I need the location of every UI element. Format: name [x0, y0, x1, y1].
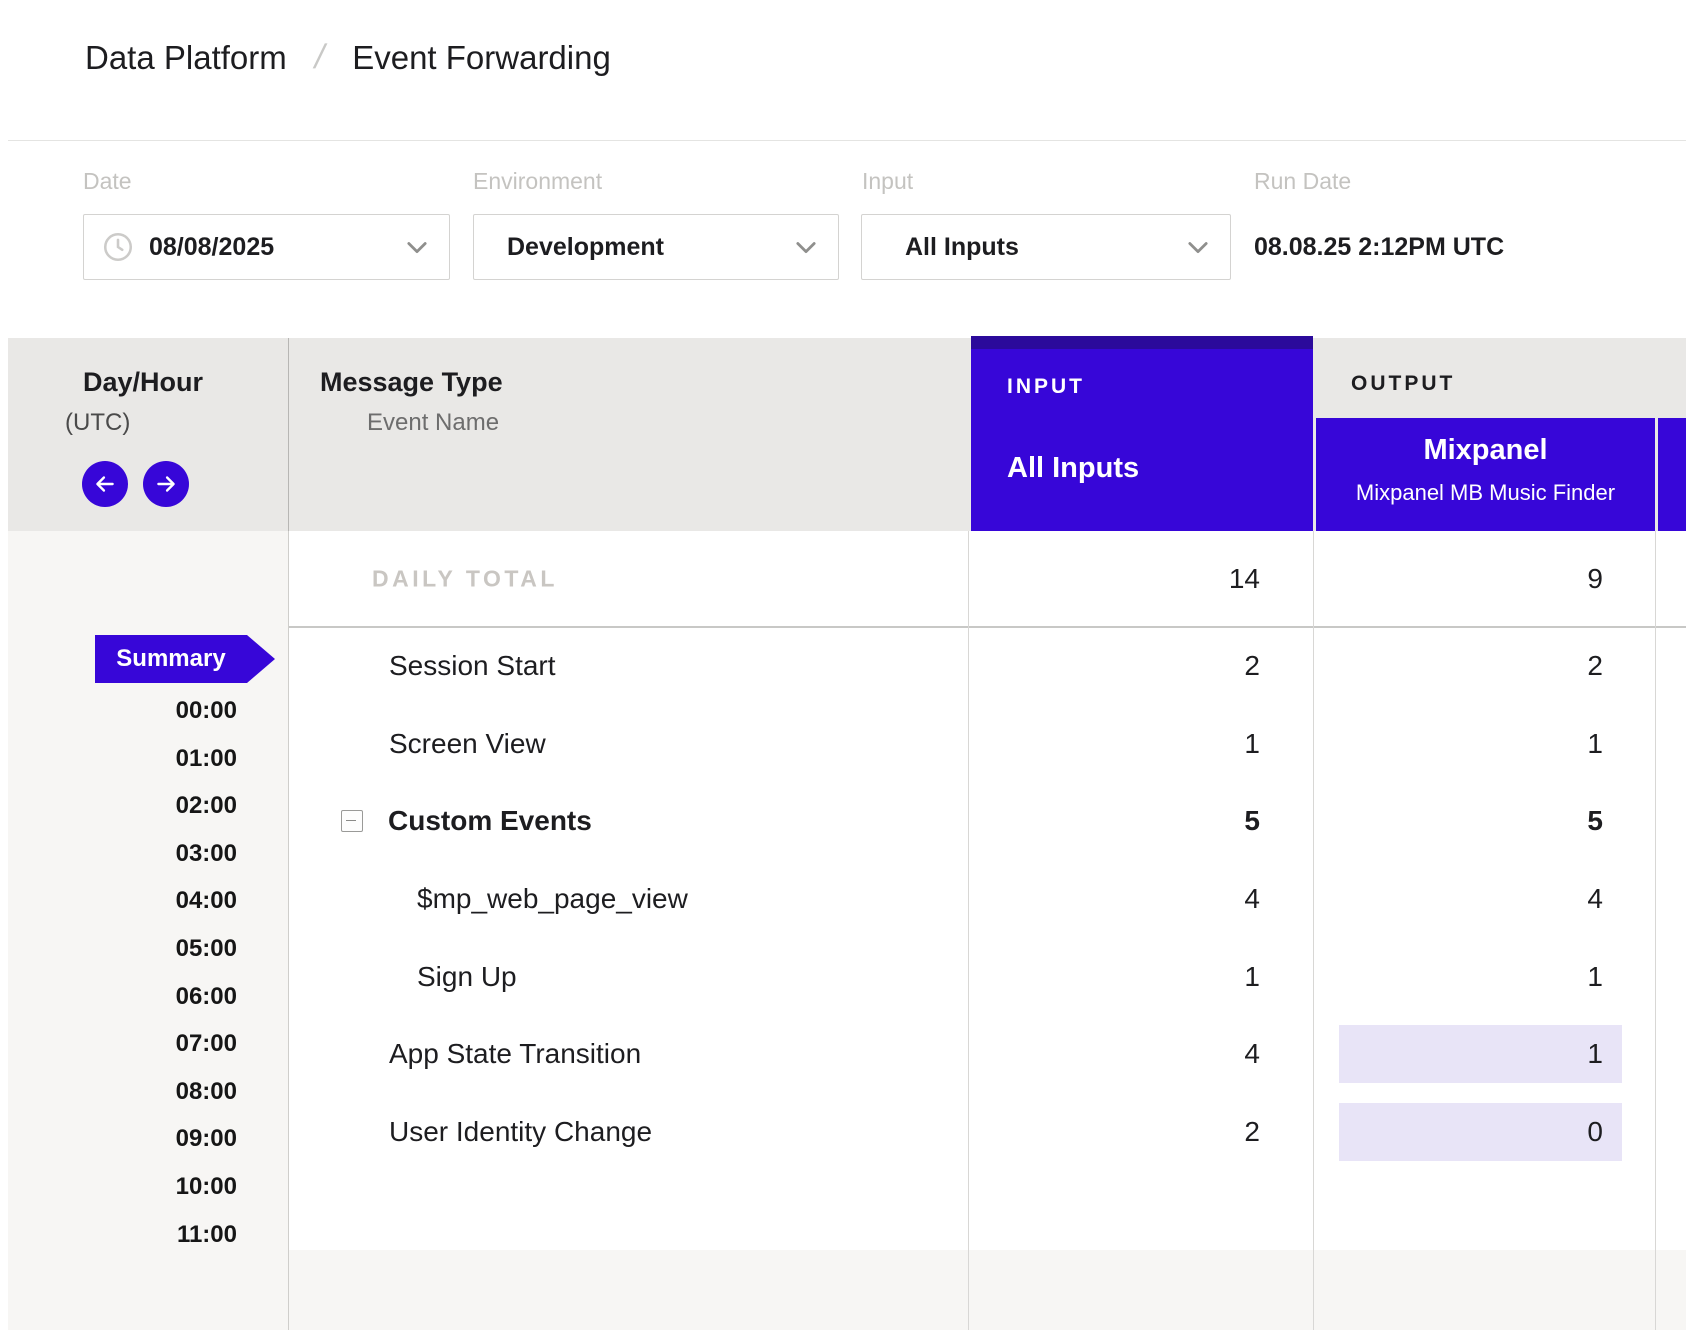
row-input-value: 1 — [971, 938, 1260, 1016]
row-label: User Identity Change — [389, 1116, 652, 1148]
chevron-down-icon — [403, 233, 431, 261]
hour-item-01[interactable]: 01:00 — [77, 743, 237, 775]
input-value: All Inputs — [905, 233, 1019, 262]
row-input-value: 5 — [971, 782, 1260, 860]
run-date-value: 08.08.25 2:12PM UTC — [1254, 233, 1504, 262]
run-date-label: Run Date — [1254, 168, 1351, 195]
row-output-value[interactable]: 1 — [1316, 1015, 1603, 1093]
hour-item-11[interactable]: 11:00 — [77, 1219, 237, 1251]
day-hour-title: Day/Hour — [83, 367, 203, 398]
page-title: Event Forwarding — [352, 39, 611, 77]
row-label: $mp_web_page_view — [417, 883, 688, 915]
row-output-value: 4 — [1316, 860, 1603, 938]
next-column-line — [1655, 531, 1656, 1330]
breadcrumb: Data Platform / Event Forwarding — [85, 38, 611, 77]
input-column-header[interactable]: INPUT All Inputs — [971, 336, 1313, 531]
chevron-down-icon — [1184, 233, 1212, 261]
hour-item-06[interactable]: 06:00 — [77, 981, 237, 1013]
message-type-title: Message Type — [320, 367, 503, 398]
header-divider — [8, 140, 1686, 141]
breadcrumb-separator: / — [311, 38, 329, 77]
output-column-label: OUTPUT — [1351, 372, 1455, 396]
hour-item-07[interactable]: 07:00 — [77, 1028, 237, 1060]
row-input-value: 4 — [971, 860, 1260, 938]
event-name-subtitle: Event Name — [367, 409, 499, 437]
environment-dropdown[interactable]: Development — [473, 214, 839, 280]
row-label: Custom Events — [388, 805, 592, 837]
table-row-sign-up: Sign Up 1 1 — [289, 938, 1686, 1016]
hour-item-05[interactable]: 05:00 — [77, 933, 237, 965]
header-column-divider — [288, 338, 289, 531]
row-label: Session Start — [389, 650, 556, 682]
arrow-left-icon — [92, 471, 118, 497]
row-output-value: 1 — [1316, 705, 1603, 783]
output-connector-header[interactable]: Mixpanel Mixpanel MB Music Finder — [1316, 418, 1655, 531]
chevron-down-icon — [792, 233, 820, 261]
hour-item-09[interactable]: 09:00 — [77, 1123, 237, 1155]
row-input-value: 4 — [971, 1015, 1260, 1093]
connector-subtitle: Mixpanel MB Music Finder — [1316, 480, 1655, 506]
day-hour-subtitle: (UTC) — [65, 409, 130, 437]
row-input-value: 2 — [971, 627, 1260, 705]
input-column-cap — [971, 336, 1313, 349]
hour-item-10[interactable]: 10:00 — [77, 1171, 237, 1203]
next-hour-button[interactable] — [143, 461, 189, 507]
hour-item-00[interactable]: 00:00 — [77, 695, 237, 727]
row-label: Sign Up — [417, 961, 517, 993]
footer-strip — [8, 1250, 1686, 1330]
table-row-custom-events: Custom Events 5 5 — [289, 782, 1686, 860]
date-value: 08/08/2025 — [149, 233, 274, 262]
environment-filter-label: Environment — [473, 168, 602, 195]
hour-item-02[interactable]: 02:00 — [77, 790, 237, 822]
input-filter-label: Input — [862, 168, 913, 195]
row-output-value: 1 — [1316, 938, 1603, 1016]
summary-badge-arrow — [247, 635, 275, 683]
breadcrumb-section[interactable]: Data Platform — [85, 39, 287, 77]
input-column-line — [968, 531, 969, 1330]
table-row-app-state-transition: App State Transition 4 1 — [289, 1015, 1686, 1093]
input-column-name: All Inputs — [1007, 452, 1139, 485]
rail-divider-line — [288, 531, 289, 1330]
row-input-value: 1 — [971, 705, 1260, 783]
next-connector-header-partial[interactable] — [1658, 418, 1686, 531]
summary-badge-label: Summary — [95, 635, 247, 683]
daily-total-output-value: 9 — [1316, 531, 1603, 627]
row-output-value[interactable]: 0 — [1316, 1093, 1603, 1171]
prev-hour-button[interactable] — [82, 461, 128, 507]
hour-item-08[interactable]: 08:00 — [77, 1076, 237, 1108]
row-label: App State Transition — [389, 1038, 641, 1070]
input-dropdown[interactable]: All Inputs — [861, 214, 1231, 280]
row-label: Screen View — [389, 728, 546, 760]
table-row-screen-view: Screen View 1 1 — [289, 705, 1686, 783]
table-row-user-identity-change: User Identity Change 2 0 — [289, 1093, 1686, 1171]
row-input-value: 2 — [971, 1093, 1260, 1171]
environment-value: Development — [507, 233, 664, 262]
output-column-line — [1313, 531, 1314, 1330]
daily-total-label: DAILY TOTAL — [372, 566, 558, 593]
table-row-mp-web-page-view: $mp_web_page_view 4 4 — [289, 860, 1686, 938]
row-output-value: 2 — [1316, 627, 1603, 705]
connector-name: Mixpanel — [1316, 434, 1655, 467]
row-output-value: 5 — [1316, 782, 1603, 860]
arrow-right-icon — [153, 471, 179, 497]
date-dropdown[interactable]: 08/08/2025 — [83, 214, 450, 280]
daily-total-row: DAILY TOTAL 14 9 — [289, 531, 1686, 627]
input-column-label: INPUT — [1007, 375, 1085, 399]
event-forwarding-page: Data Platform / Event Forwarding Date En… — [0, 0, 1686, 1330]
hour-item-04[interactable]: 04:00 — [77, 885, 237, 917]
hour-rail: Summary 00:00 01:00 02:00 03:00 04:00 05… — [8, 531, 288, 1330]
daily-total-input-value: 14 — [971, 531, 1260, 627]
hour-item-03[interactable]: 03:00 — [77, 838, 237, 870]
collapse-toggle-icon[interactable] — [341, 810, 363, 832]
date-filter-label: Date — [83, 168, 132, 195]
clock-icon — [101, 230, 135, 264]
table-row-session-start: Session Start 2 2 — [289, 627, 1686, 705]
